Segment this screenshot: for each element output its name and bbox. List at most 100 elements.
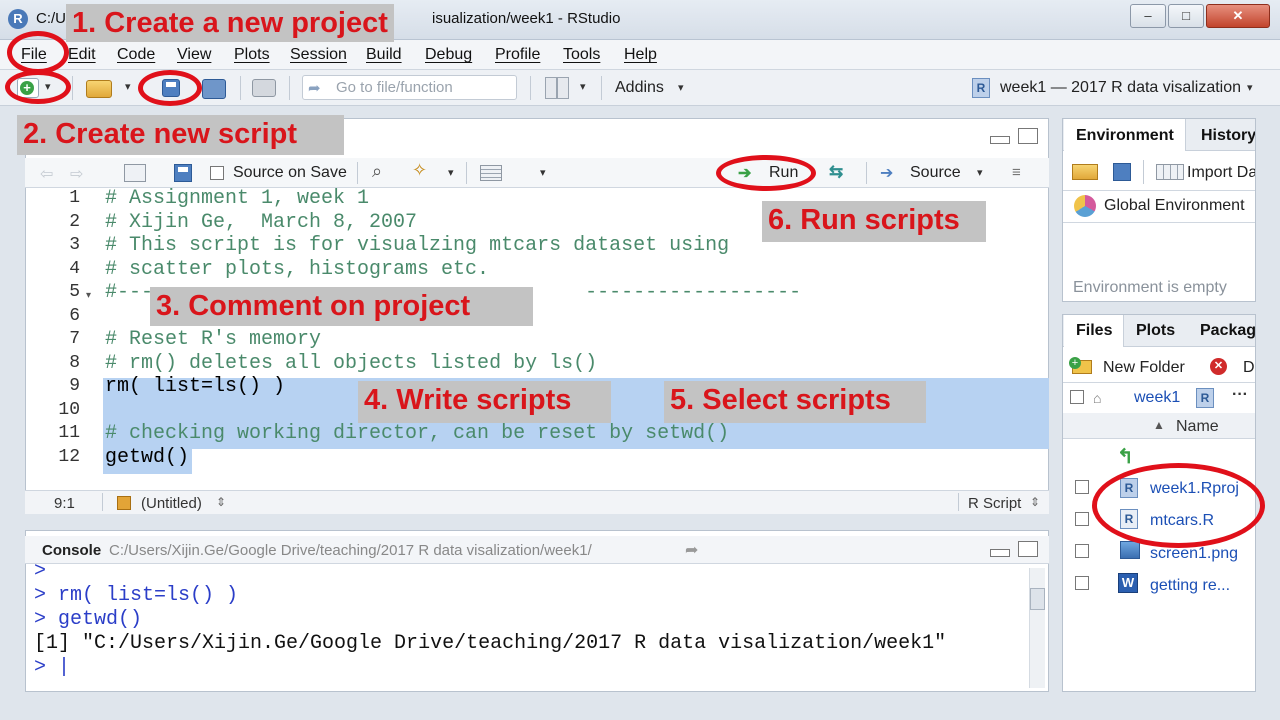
compile-report-icon[interactable]	[480, 165, 502, 181]
toolbar-divider	[289, 76, 290, 100]
delete-icon: ✕	[1210, 358, 1227, 375]
current-scope[interactable]: (Untitled)	[141, 495, 202, 512]
load-workspace-icon[interactable]	[1072, 164, 1098, 180]
chevron-down-icon[interactable]: ▾	[448, 166, 454, 179]
environment-scope[interactable]: Global Environment	[1104, 197, 1245, 215]
menu-tools[interactable]: Tools	[563, 46, 600, 64]
line-number: 2	[69, 211, 80, 232]
menu-code[interactable]: Code	[117, 46, 155, 64]
maximize-button[interactable]: □	[1168, 4, 1204, 28]
menu-plots[interactable]: Plots	[234, 46, 270, 64]
outline-icon[interactable]: ≡	[1012, 164, 1021, 181]
chevron-down-icon[interactable]: ▾	[977, 166, 983, 179]
source-arrow-icon: ➔	[880, 165, 894, 182]
toolbar-divider	[72, 76, 73, 100]
console-scrollbar[interactable]	[1029, 568, 1045, 688]
line-number: 1	[69, 188, 80, 208]
import-dataset-button[interactable]: Import Da	[1187, 164, 1255, 182]
rerun-icon[interactable]: ⇆	[829, 162, 843, 182]
back-arrow-icon[interactable]: ⇦	[40, 164, 53, 184]
sort-asc-icon[interactable]: ▲	[1153, 418, 1165, 432]
menu-debug[interactable]: Debug	[425, 46, 472, 64]
script-file-icon	[117, 496, 131, 510]
divider	[1063, 222, 1255, 223]
magic-wand-icon[interactable]: ✧	[412, 160, 427, 181]
code-line[interactable]: # Assignment 1, week 1	[105, 187, 369, 211]
select-all-checkbox[interactable]	[1070, 390, 1084, 404]
image-file-icon	[1120, 541, 1140, 559]
code-line[interactable]: # This script is for visualzing mtcars d…	[105, 234, 729, 258]
project-menu[interactable]: week1 — 2017 R data visalization	[1000, 79, 1241, 97]
tab-files[interactable]: Files	[1076, 322, 1112, 340]
menu-profile[interactable]: Profile	[495, 46, 540, 64]
file-type-menu[interactable]: R Script	[968, 495, 1021, 512]
chevron-down-icon[interactable]: ▾	[125, 80, 131, 93]
menu-build[interactable]: Build	[366, 46, 402, 64]
tab-history[interactable]: History	[1201, 127, 1255, 145]
file-checkbox[interactable]	[1075, 576, 1089, 590]
menu-view[interactable]: View	[177, 46, 211, 64]
divider	[1063, 382, 1255, 383]
code-line[interactable]: # rm() deletes all objects listed by ls(…	[105, 352, 597, 376]
tab-packages[interactable]: Packag	[1200, 322, 1255, 340]
name-column-header[interactable]: Name	[1176, 418, 1219, 436]
goto-directory-icon[interactable]: ➦	[685, 540, 698, 560]
code-line[interactable]: # Reset R's memory	[105, 328, 321, 352]
file-link[interactable]: getting re...	[1150, 577, 1230, 595]
chevron-down-icon[interactable]: ▾	[540, 166, 546, 179]
print-icon[interactable]	[252, 79, 276, 97]
file-checkbox[interactable]	[1075, 480, 1089, 494]
addins-menu[interactable]: Addins	[615, 79, 664, 97]
status-divider	[102, 493, 103, 511]
rproject-icon[interactable]: R	[1196, 388, 1214, 408]
source-button[interactable]: Source	[910, 164, 961, 182]
code-line[interactable]: # checking working director, can be rese…	[105, 422, 729, 446]
code-line[interactable]: getwd()	[105, 446, 189, 470]
menu-session[interactable]: Session	[290, 46, 347, 64]
source-on-save-label: Source on Save	[233, 164, 347, 181]
minimize-pane-icon[interactable]	[990, 136, 1010, 144]
minimize-button[interactable]: –	[1130, 4, 1166, 28]
chevron-down-icon[interactable]: ▾	[678, 81, 684, 94]
new-folder-button[interactable]: New Folder	[1103, 359, 1185, 377]
file-checkbox[interactable]	[1075, 544, 1089, 558]
save-all-icon[interactable]	[202, 79, 226, 99]
more-options-icon[interactable]: ···	[1232, 386, 1248, 404]
fold-arrow-icon[interactable]: ▾	[86, 290, 91, 301]
source-on-save-checkbox[interactable]	[210, 166, 224, 180]
tab-plots[interactable]: Plots	[1136, 322, 1175, 340]
toolbar-divider	[466, 162, 467, 184]
global-environment-icon	[1074, 195, 1096, 217]
console-line: > rm( list=ls() )	[34, 584, 239, 607]
forward-arrow-icon[interactable]: ⇨	[70, 164, 83, 184]
toolbar-divider	[866, 162, 867, 184]
code-line[interactable]: # Xijin Ge, March 8, 2007	[105, 211, 417, 235]
show-in-window-icon[interactable]	[124, 164, 146, 182]
maximize-pane-icon[interactable]	[1018, 128, 1038, 144]
close-button[interactable]: ✕	[1206, 4, 1270, 28]
code-line[interactable]: rm( list=ls() )	[105, 375, 285, 399]
breadcrumb-week1[interactable]: week1	[1134, 389, 1180, 407]
code-line[interactable]: # scatter plots, histograms etc.	[105, 258, 489, 282]
minimize-pane-icon[interactable]	[990, 549, 1010, 557]
save-workspace-icon[interactable]	[1113, 163, 1131, 181]
tab-environment[interactable]: Environment	[1076, 127, 1174, 145]
maximize-pane-icon[interactable]	[1018, 541, 1038, 557]
menu-help[interactable]: Help	[624, 46, 657, 64]
updown-icon: ⇕	[1030, 495, 1041, 509]
line-number: 8	[69, 352, 80, 373]
save-script-icon[interactable]	[174, 164, 192, 182]
parent-dir-icon[interactable]: ↰	[1117, 444, 1134, 469]
home-icon[interactable]: ⌂	[1093, 390, 1101, 406]
chevron-down-icon[interactable]: ▾	[1247, 81, 1253, 94]
open-file-icon[interactable]	[86, 80, 112, 98]
search-icon[interactable]: ⌕	[372, 161, 382, 182]
chevron-down-icon[interactable]: ▾	[580, 80, 586, 93]
console-title[interactable]: Console	[42, 542, 101, 559]
file-checkbox[interactable]	[1075, 512, 1089, 526]
menu-edit[interactable]: Edit	[68, 46, 96, 64]
highlight-ring-save	[138, 70, 202, 106]
delete-button[interactable]: D	[1243, 359, 1255, 377]
file-link[interactable]: screen1.png	[1150, 545, 1238, 563]
grid-layout-icon[interactable]	[545, 77, 569, 99]
